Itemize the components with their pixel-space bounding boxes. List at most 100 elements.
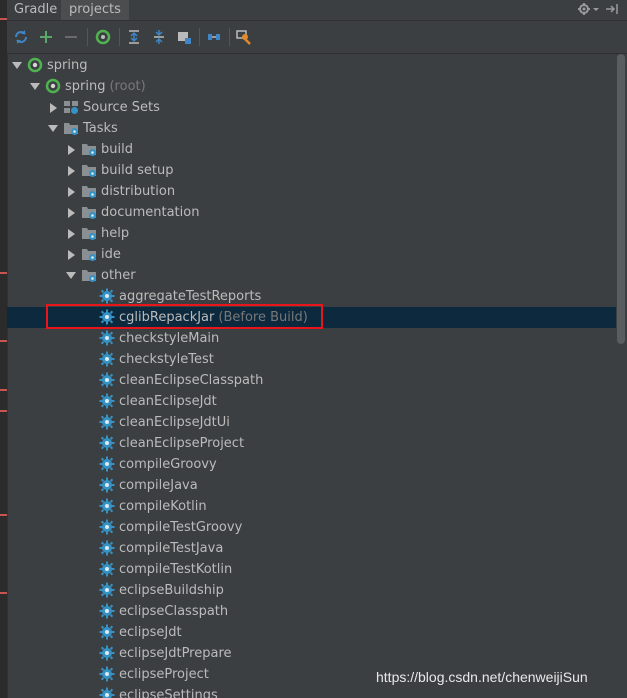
tree-task-item[interactable]: eclipseJdt bbox=[7, 622, 616, 643]
remove-icon[interactable] bbox=[61, 27, 81, 47]
tree-node-folder[interactable]: other bbox=[7, 265, 616, 286]
tree-task-item[interactable]: cleanEclipseClasspath bbox=[7, 370, 616, 391]
tree-item-text: other bbox=[101, 268, 136, 283]
tree-item-label: cleanEclipseJdtUi bbox=[119, 412, 230, 433]
task-folder-icon bbox=[81, 225, 97, 241]
tree-item-hint: (root) bbox=[109, 79, 146, 94]
gradle-projects-tree[interactable]: spring spring (root) Source Sets Tasks build b… bbox=[7, 54, 616, 698]
tree-task-item[interactable]: checkstyleMain bbox=[7, 328, 616, 349]
tree-item-text: compileTestGroovy bbox=[119, 520, 243, 535]
tree-item-text: ide bbox=[101, 247, 121, 262]
tree-task-item[interactable]: compileTestJava bbox=[7, 538, 616, 559]
tree-item-label: spring bbox=[47, 55, 87, 76]
chevron-right-icon[interactable] bbox=[65, 202, 77, 223]
tree-task-item[interactable]: cleanEclipseJdtUi bbox=[7, 412, 616, 433]
tree-item-text: eclipseJdtPrepare bbox=[119, 646, 232, 661]
tree-task-item[interactable]: eclipseClasspath bbox=[7, 601, 616, 622]
tree-item-label: checkstyleTest bbox=[119, 349, 214, 370]
tree-task-item[interactable]: cleanEclipseJdt bbox=[7, 391, 616, 412]
gear-task-icon bbox=[99, 393, 115, 409]
gradle-toolbar bbox=[7, 21, 627, 54]
tree-task-item[interactable]: eclipseJdtPrepare bbox=[7, 643, 616, 664]
tree-item-text: eclipseProject bbox=[119, 667, 209, 682]
tree-task-item[interactable]: compileTestKotlin bbox=[7, 559, 616, 580]
tree-node-project[interactable]: spring (root) bbox=[7, 76, 616, 97]
tree-item-text: build bbox=[101, 142, 133, 157]
tree-node-folder[interactable]: help bbox=[7, 223, 616, 244]
task-folder-icon bbox=[63, 120, 79, 136]
tree-item-label: compileJava bbox=[119, 475, 198, 496]
tab-gradle[interactable]: Gradle bbox=[7, 0, 64, 20]
tree-node-folder[interactable]: build setup bbox=[7, 160, 616, 181]
chevron-right-icon[interactable] bbox=[65, 139, 77, 160]
tree-item-label: cleanEclipseJdt bbox=[119, 391, 217, 412]
gear-task-icon bbox=[99, 561, 115, 577]
tree-item-text: aggregateTestReports bbox=[119, 289, 262, 304]
chevron-down-icon[interactable] bbox=[47, 118, 59, 139]
chevron-right-icon[interactable] bbox=[65, 244, 77, 265]
gear-task-icon bbox=[99, 372, 115, 388]
chevron-down-icon[interactable] bbox=[11, 55, 23, 76]
chevron-right-icon[interactable] bbox=[47, 97, 59, 118]
gear-task-icon bbox=[99, 456, 115, 472]
tree-item-text: distribution bbox=[101, 184, 176, 199]
gutter-mark bbox=[0, 272, 7, 274]
annotation-highlight-box bbox=[46, 304, 323, 329]
chevron-right-icon[interactable] bbox=[65, 160, 77, 181]
gutter-mark bbox=[0, 18, 7, 20]
tree-node-project[interactable]: spring bbox=[7, 55, 616, 76]
tree-item-label: eclipseSettings bbox=[119, 685, 218, 698]
settings-wrench-icon[interactable] bbox=[234, 27, 254, 47]
tree-scrollbar[interactable] bbox=[616, 54, 627, 698]
chevron-down-icon[interactable] bbox=[65, 265, 77, 286]
tree-item-label: compileGroovy bbox=[119, 454, 217, 475]
tree-item-label: ide bbox=[101, 244, 121, 265]
dependencies-icon[interactable] bbox=[204, 27, 224, 47]
tree-task-item[interactable]: compileTestGroovy bbox=[7, 517, 616, 538]
gear-task-icon bbox=[99, 351, 115, 367]
settings-gear-icon[interactable] bbox=[577, 1, 601, 19]
expand-all-icon[interactable] bbox=[124, 27, 144, 47]
offline-mode-icon[interactable] bbox=[174, 27, 194, 47]
hide-panel-icon[interactable] bbox=[604, 1, 620, 19]
tree-task-item[interactable]: cleanEclipseProject bbox=[7, 433, 616, 454]
tree-node-folder[interactable]: distribution bbox=[7, 181, 616, 202]
tree-task-item[interactable]: compileJava bbox=[7, 475, 616, 496]
chevron-right-icon[interactable] bbox=[65, 223, 77, 244]
tree-task-item[interactable]: eclipseSettings bbox=[7, 685, 616, 698]
tree-item-text: compileKotlin bbox=[119, 499, 207, 514]
task-folder-icon bbox=[81, 204, 97, 220]
source-sets-icon bbox=[63, 99, 79, 115]
tab-projects[interactable]: projects bbox=[61, 0, 129, 20]
tree-item-text: compileTestKotlin bbox=[119, 562, 233, 577]
tree-item-text: build setup bbox=[101, 163, 174, 178]
collapse-all-icon[interactable] bbox=[149, 27, 169, 47]
gutter-mark bbox=[0, 340, 7, 342]
task-folder-icon bbox=[81, 162, 97, 178]
gutter-mark bbox=[0, 514, 7, 516]
task-folder-icon bbox=[81, 183, 97, 199]
tree-node-folder[interactable]: Tasks bbox=[7, 118, 616, 139]
gradle-task-icon[interactable] bbox=[93, 27, 113, 47]
scrollbar-thumb[interactable] bbox=[617, 54, 625, 344]
tree-node-folder[interactable]: documentation bbox=[7, 202, 616, 223]
chevron-down-icon[interactable] bbox=[29, 76, 41, 97]
gear-task-icon bbox=[99, 603, 115, 619]
tree-item-text: eclipseClasspath bbox=[119, 604, 229, 619]
tree-node-sourcesets[interactable]: Source Sets bbox=[7, 97, 616, 118]
tree-node-folder[interactable]: build bbox=[7, 139, 616, 160]
tree-task-item[interactable]: compileKotlin bbox=[7, 496, 616, 517]
tree-task-item[interactable]: eclipseBuildship bbox=[7, 580, 616, 601]
tree-item-label: help bbox=[101, 223, 129, 244]
chevron-right-icon[interactable] bbox=[65, 181, 77, 202]
refresh-icon[interactable] bbox=[11, 27, 31, 47]
tree-item-label: Tasks bbox=[83, 118, 118, 139]
tree-node-folder[interactable]: ide bbox=[7, 244, 616, 265]
gear-task-icon bbox=[99, 498, 115, 514]
tree-task-item[interactable]: checkstyleTest bbox=[7, 349, 616, 370]
tree-task-item[interactable]: compileGroovy bbox=[7, 454, 616, 475]
add-icon[interactable] bbox=[36, 27, 56, 47]
tree-item-label: eclipseJdtPrepare bbox=[119, 643, 232, 664]
gear-task-icon bbox=[99, 414, 115, 430]
gradle-project-icon bbox=[27, 57, 43, 73]
